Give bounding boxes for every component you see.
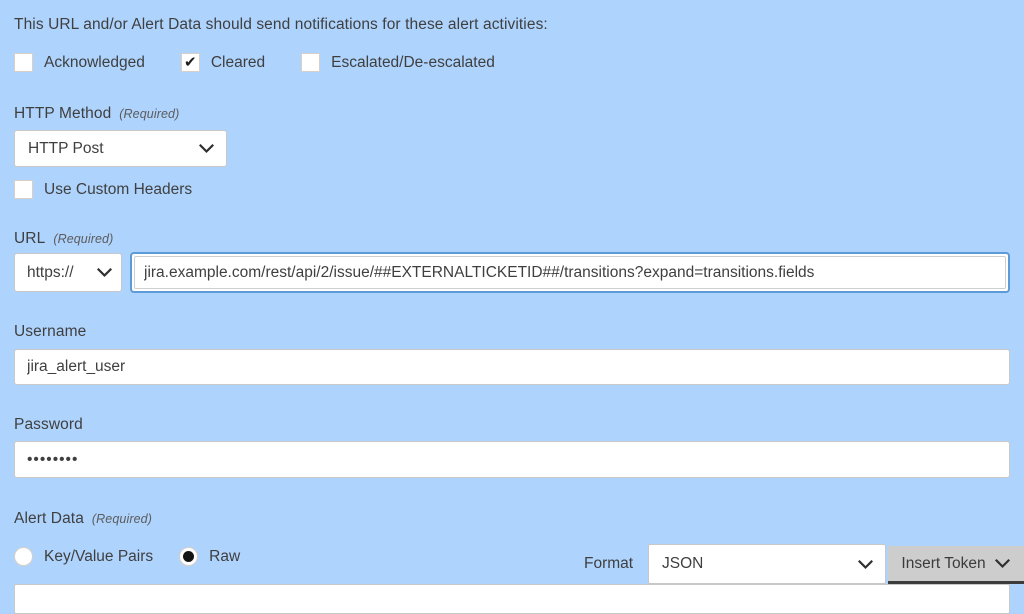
checkbox-label-escalated: Escalated/De-escalated [331, 53, 495, 71]
chevron-down-icon [857, 556, 874, 573]
url-scheme-selected-value: https:// [27, 263, 74, 281]
checkbox-label-acknowledged: Acknowledged [44, 53, 145, 71]
checkbox-cleared[interactable]: ✔ Cleared [180, 52, 266, 72]
username-label: Username [14, 323, 87, 340]
raw-radio-circle[interactable] [179, 547, 199, 566]
alert-activities-checkbox-group: Acknowledged ✔ Cleared Escalated/De-esca… [14, 53, 531, 72]
url-scheme-select[interactable]: https:// [14, 253, 122, 292]
alert-data-label-group: Alert Data (Required) [14, 510, 152, 528]
radio-selected-dot [183, 551, 195, 562]
check-icon: ✔ [184, 52, 197, 71]
checkbox-acknowledged[interactable]: Acknowledged [14, 53, 145, 72]
alert-data-body-textarea[interactable] [14, 584, 1010, 614]
url-label: URL [14, 230, 46, 247]
key-value-pairs-radio-circle[interactable] [14, 547, 33, 566]
url-required-tag: (Required) [53, 232, 114, 246]
checkbox-use-custom-headers[interactable]: Use Custom Headers [14, 180, 192, 199]
chevron-down-icon [994, 555, 1011, 572]
webhook-settings-form: This URL and/or Alert Data should send n… [0, 0, 1024, 614]
acknowledged-checkbox-box[interactable] [14, 53, 33, 72]
http-method-required-tag: (Required) [119, 107, 180, 121]
url-input-focus-ring [130, 252, 1010, 293]
username-input[interactable] [14, 349, 1010, 385]
form-intro-text: This URL and/or Alert Data should send n… [14, 16, 548, 33]
insert-token-button[interactable]: Insert Token [888, 546, 1024, 584]
url-input[interactable] [134, 256, 1006, 289]
http-method-selected-value: HTTP Post [28, 139, 104, 157]
use-custom-headers-checkbox-box[interactable] [14, 180, 33, 199]
radio-label-key-value-pairs: Key/Value Pairs [44, 547, 154, 565]
http-method-label: HTTP Method [14, 105, 112, 122]
http-method-select[interactable]: HTTP Post [14, 130, 227, 167]
escalated-checkbox-box[interactable] [301, 53, 321, 72]
checkbox-label-cleared: Cleared [210, 53, 266, 71]
alert-data-required-tag: (Required) [91, 512, 152, 526]
radio-label-raw: Raw [209, 547, 241, 565]
format-label: Format [584, 555, 634, 572]
url-label-group: URL (Required) [14, 230, 113, 248]
radio-key-value-pairs[interactable]: Key/Value Pairs [14, 547, 153, 566]
radio-raw[interactable]: Raw [179, 547, 240, 566]
insert-token-button-label: Insert Token [901, 554, 986, 572]
alert-data-mode-radio-group: Key/Value Pairs Raw [14, 547, 266, 566]
chevron-down-icon [96, 264, 113, 281]
password-label: Password [14, 416, 83, 433]
cleared-checkbox-box[interactable]: ✔ [180, 52, 200, 72]
http-method-label-group: HTTP Method (Required) [14, 105, 179, 123]
alert-data-label: Alert Data [14, 510, 84, 527]
checkbox-label-use-custom-headers: Use Custom Headers [44, 180, 193, 198]
password-input[interactable] [14, 441, 1010, 478]
checkbox-escalated-deescalated[interactable]: Escalated/De-escalated [301, 53, 495, 72]
format-select[interactable]: JSON [648, 544, 886, 584]
format-selected-value: JSON [662, 555, 704, 572]
chevron-down-icon [198, 140, 215, 157]
